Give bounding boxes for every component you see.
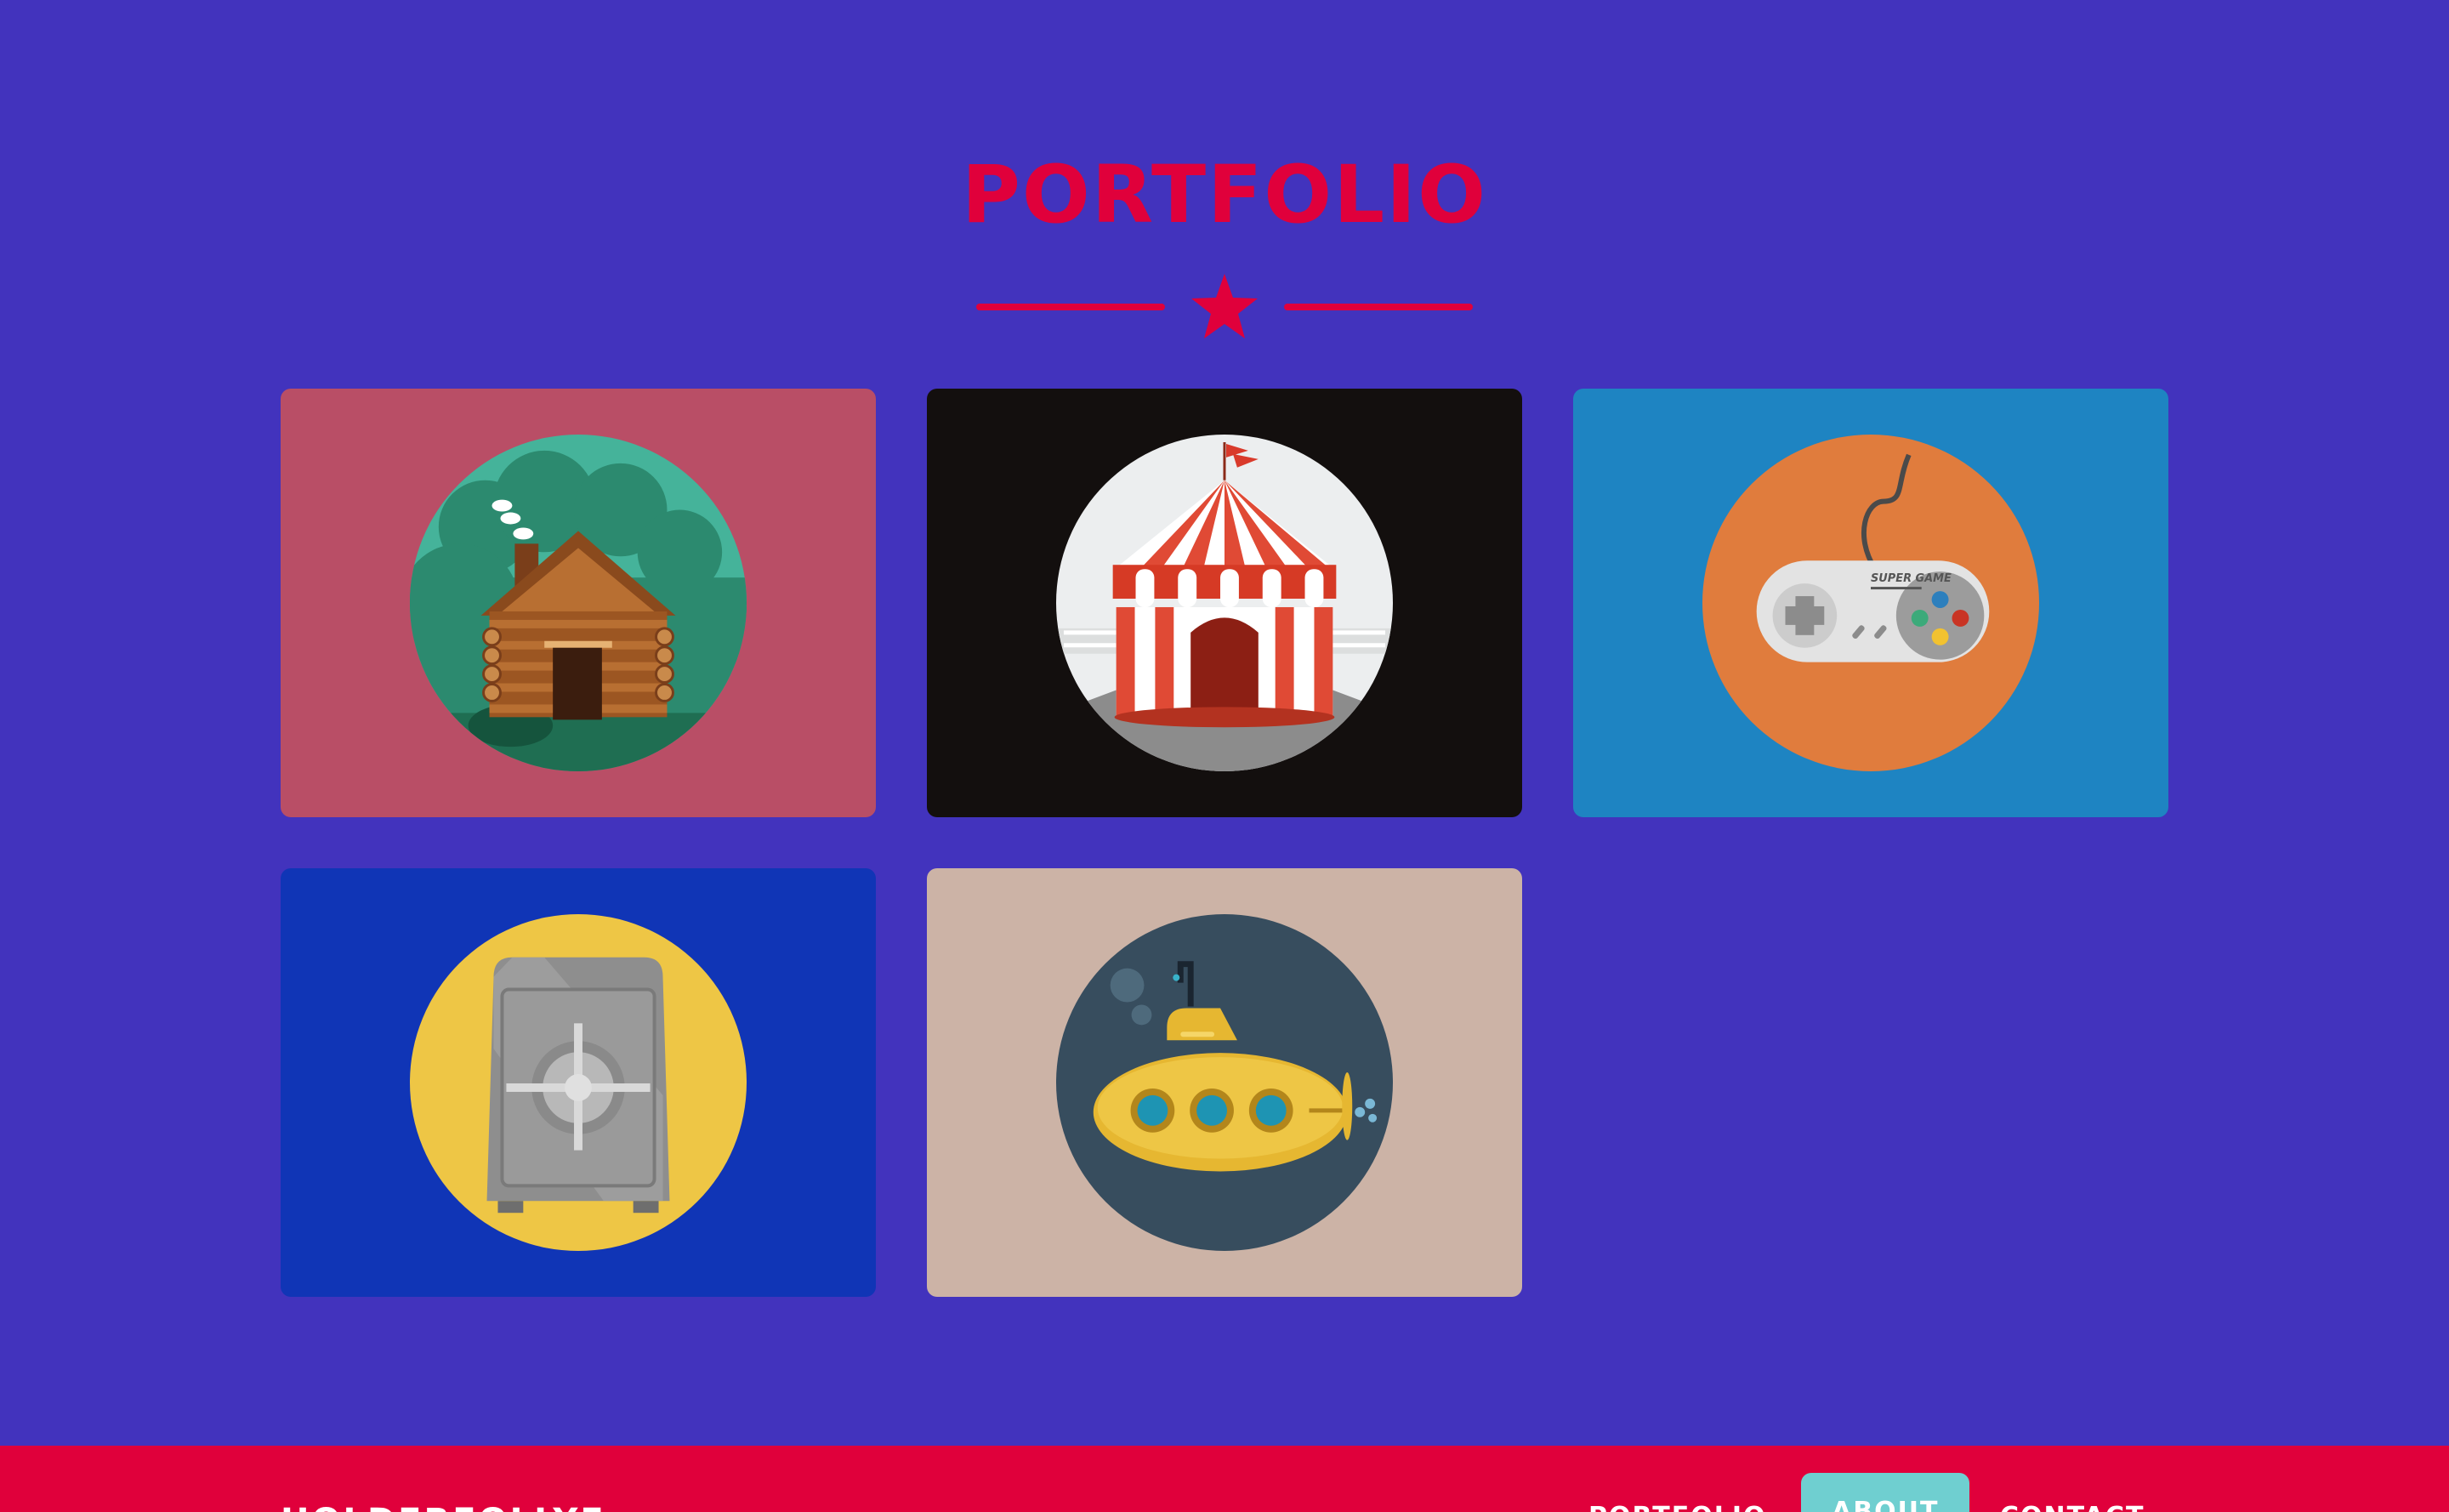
portfolio-item-cabin[interactable] [281,389,876,817]
divider-line-left [976,304,1165,310]
submarine-icon [1055,913,1394,1252]
nav-contact-link[interactable]: CONTACT [2000,1502,2145,1512]
page-title: PORTFOLIO [962,149,1487,242]
navbar: HOLDERFOLLYE PORTFOLIO ABOUT CONTACT [0,1446,2449,1512]
safe-icon [409,913,747,1252]
portfolio-item-circus[interactable] [927,389,1522,817]
controller-label: SUPER GAME [1871,572,1952,585]
game-controller-icon: SUPER GAME [1702,434,2040,772]
nav-portfolio-link[interactable]: PORTFOLIO [1588,1502,1766,1512]
portfolio-item-submarine[interactable] [927,868,1522,1297]
portfolio-item-game[interactable]: SUPER GAME [1573,389,2168,817]
portfolio-item-safe[interactable] [281,868,876,1297]
log-cabin-icon [409,434,747,772]
star-divider [976,272,1473,342]
divider-line-right [1284,304,1473,310]
circus-tent-icon [1055,434,1394,772]
brand-logo[interactable]: HOLDERFOLLYE [281,1502,606,1512]
nav-about-link[interactable]: ABOUT [1801,1473,1970,1512]
star-icon [1191,274,1258,338]
